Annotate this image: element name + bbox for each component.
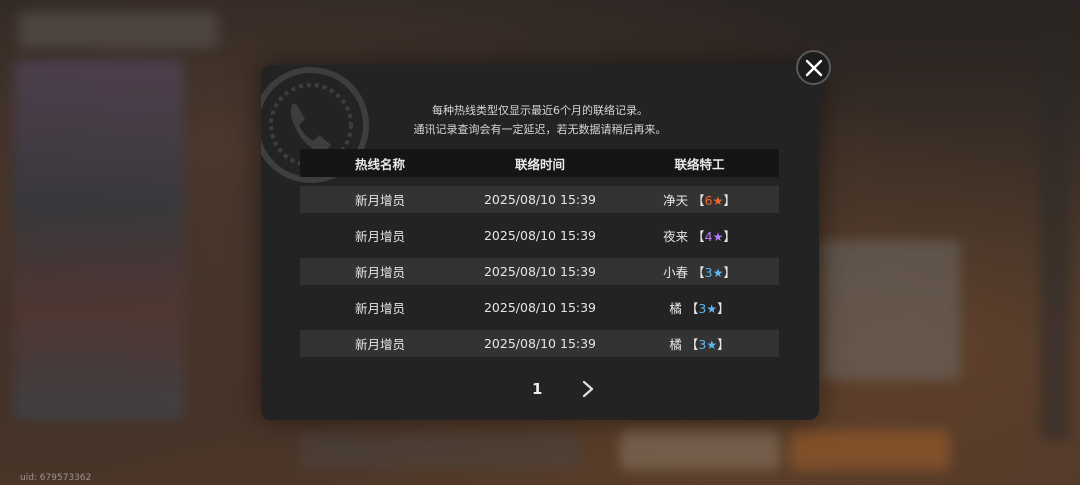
notice-line-1: 每种热线类型仅显示最近6个月的联络记录。 — [432, 104, 648, 117]
agent-name: 橘 — [669, 337, 682, 352]
hotline-cell: 新月增员 — [354, 265, 405, 280]
rank-value: 4 — [704, 229, 713, 244]
chevron-right-icon[interactable] — [581, 380, 595, 398]
table-header: 热线名称 联络时间 联络特工 — [300, 149, 779, 177]
uid-label: uid: 679573362 — [20, 473, 92, 483]
bracket-open: 【 — [692, 265, 705, 280]
rank-value: 6 — [704, 193, 713, 208]
column-header-hotline: 热线名称 — [354, 156, 405, 172]
column-header-agent: 联络特工 — [674, 156, 725, 172]
hotline-cell: 新月增员 — [354, 193, 405, 208]
agent-cell: 橘 【3★】 — [620, 298, 779, 317]
star-icon: ★ — [706, 338, 718, 352]
notice-line-2: 通讯记录查询会有一定延迟，若无数据请稍后再来。 — [413, 123, 667, 136]
hotline-cell: 新月增员 — [354, 229, 405, 244]
star-icon: ★ — [706, 302, 718, 316]
star-icon: ★ — [712, 194, 724, 208]
table-row: 新月增员 2025/08/10 15:39 夜来 【4★】 — [300, 222, 779, 249]
contact-records-dialog: 每种热线类型仅显示最近6个月的联络记录。 通讯记录查询会有一定延迟，若无数据请稍… — [261, 65, 819, 420]
time-cell: 2025/08/10 15:39 — [483, 228, 597, 243]
bracket-close: 】 — [723, 229, 736, 244]
background-panel-right — [820, 240, 960, 380]
bracket-open: 【 — [685, 301, 699, 316]
close-button[interactable] — [796, 50, 831, 85]
star-icon: ★ — [712, 230, 724, 244]
bracket-close: 】 — [723, 193, 736, 208]
time-cell: 2025/08/10 15:39 — [483, 336, 597, 351]
notice-text: 每种热线类型仅显示最近6个月的联络记录。 通讯记录查询会有一定延迟，若无数据请稍… — [261, 101, 819, 139]
agent-name: 夜来 — [663, 229, 689, 244]
bracket-open: 【 — [692, 193, 705, 208]
bracket-close: 】 — [723, 265, 736, 280]
hotline-cell: 新月增员 — [354, 301, 405, 316]
table-row: 新月增员 2025/08/10 15:39 净天 【6★】 — [300, 186, 779, 213]
rank-value: 3 — [704, 265, 713, 280]
page-number[interactable]: 1 — [532, 380, 542, 398]
background-scroll — [1040, 40, 1070, 440]
background-button — [620, 430, 780, 470]
time-cell: 2025/08/10 15:39 — [483, 192, 597, 207]
agent-name: 小春 — [663, 265, 689, 280]
table-row: 新月增员 2025/08/10 15:39 橘 【3★】 — [300, 294, 779, 321]
time-cell: 2025/08/10 15:39 — [483, 300, 597, 315]
background-button-orange — [790, 430, 950, 470]
agent-name: 橘 — [669, 301, 682, 316]
pagination: 1 — [261, 377, 819, 401]
bracket-open: 【 — [692, 229, 705, 244]
column-header-time: 联络时间 — [514, 156, 565, 172]
records-table: 热线名称 联络时间 联络特工 新月增员 2025/08/10 15:39 净天 … — [300, 149, 779, 357]
agent-cell: 橘 【3★】 — [620, 334, 779, 353]
agent-name: 净天 — [663, 193, 689, 208]
background-header — [18, 12, 218, 48]
bracket-close: 】 — [717, 301, 730, 316]
table-row: 新月增员 2025/08/10 15:39 小春 【3★】 — [300, 258, 779, 285]
table-row: 新月增员 2025/08/10 15:39 橘 【3★】 — [300, 330, 779, 357]
star-icon: ★ — [712, 266, 724, 280]
close-icon — [805, 59, 822, 76]
agent-cell: 净天 【6★】 — [620, 190, 779, 209]
background-bar — [300, 432, 580, 468]
background-panel-left — [14, 60, 184, 420]
bracket-open: 【 — [685, 337, 699, 352]
agent-cell: 夜来 【4★】 — [620, 226, 779, 245]
hotline-cell: 新月增员 — [354, 337, 405, 352]
bracket-close: 】 — [717, 337, 730, 352]
time-cell: 2025/08/10 15:39 — [483, 264, 597, 279]
agent-cell: 小春 【3★】 — [620, 262, 779, 281]
